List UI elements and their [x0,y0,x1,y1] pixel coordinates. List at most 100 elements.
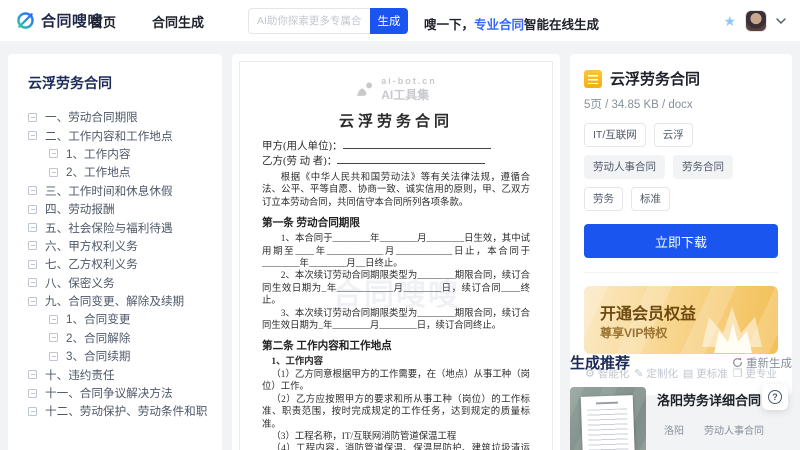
vip-subtitle: 尊享VIP特权 [600,324,667,341]
outline-item-label: 四、劳动报酬 [45,201,115,217]
collapse-icon[interactable] [28,370,37,379]
collapse-icon[interactable] [28,389,37,398]
recommend-header: 生成推荐 重新生成 [570,352,792,373]
outline-item[interactable]: 十二、劳动保护、劳动条件和职业危害防护 [28,402,208,420]
outline-item[interactable]: 一、劳动合同期限 [28,108,208,126]
collapse-icon[interactable] [49,149,58,158]
regenerate-label: 重新生成 [746,355,792,371]
outline-item-label: 六、甲方权利义务 [45,238,138,254]
watermark-brand: ai-bot.cn [381,76,437,86]
tagline-suffix: 智能在线生成 [524,18,599,32]
doc-section: 第二条 工作内容和工作地点 1、工作内容 （1）乙方同意根据甲方的工作需要，在（… [262,338,530,450]
recommend-tags: 洛阳 劳动人事合同 劳务合同 劳务 详细 [657,418,792,450]
outline-item[interactable]: 十一、合同争议解决方法 [28,384,208,402]
outline-item[interactable]: 1、工作内容 [28,145,208,163]
recommend-tag[interactable]: 洛阳 [657,418,691,441]
outline-item-label: 2、工作地点 [66,164,130,180]
outline-item-label: 七、乙方权利义务 [45,256,138,272]
favorite-star-icon[interactable]: ★ [723,13,736,30]
generate-button[interactable]: 生成 [370,8,408,34]
collapse-icon[interactable] [28,223,37,232]
doc-tag[interactable]: 劳动人事合同 [584,155,665,179]
nav-item[interactable]: 合同生成 [152,12,204,31]
doc-tag[interactable]: 标准 [631,187,670,211]
doc-body: 根据《中华人民共和国劳动法》等有关法律法规，遵循合法、公平、平等自愿、协商一致、… [262,172,530,450]
search-input[interactable] [248,8,370,34]
outline-item[interactable]: 2、合同解除 [28,329,208,347]
refresh-icon [732,357,743,368]
collapse-icon[interactable] [28,241,37,250]
outline-item-label: 九、合同变更、解除及续期 [45,293,184,309]
collapse-icon[interactable] [28,297,37,306]
outline-item[interactable]: 3、合同续期 [28,347,208,365]
collapse-icon[interactable] [49,333,58,342]
collapse-icon[interactable] [49,315,58,324]
doc-tag[interactable]: IT/互联网 [584,123,646,147]
document-preview-panel: ai-bot.cn AI工具集 云浮劳务合同 甲方(用人单位)： 乙方(劳 动 … [232,54,560,450]
doc-section: 第一条 劳动合同期限 1、本合同于________年________月_____… [262,215,530,332]
outline-item-label: 五、社会保险与福利待遇 [45,220,173,236]
recommend-item[interactable]: 洛阳劳务详细合同 洛阳 劳动人事合同 劳务合同 劳务 详细 [570,387,792,450]
outline-item-label: 十、违约责任 [45,367,115,383]
section-paragraphs: 1、工作内容 （1）乙方同意根据甲方的工作需要，在（地点）从事工种（岗位）工作。… [262,356,530,450]
top-navbar: 合同嗖嗖 首页 合同生成 生成 嗖一下，专业合同智能在线生成 ★ [0,0,800,42]
doc-preamble: 根据《中华人民共和国劳动法》等有关法律法规，遵循合法、公平、平等自愿、协商一致、… [262,172,530,209]
doc-info-card: 云浮劳务合同 5页 / 34.85 KB / docx IT/互联网 云浮 劳动… [570,54,792,395]
user-avatar[interactable] [745,10,767,32]
chevron-down-icon[interactable] [776,18,786,24]
nav-item[interactable]: 首页 [90,12,116,31]
outline-item-label: 十二、劳动保护、劳动条件和职业危害防护 [45,403,208,419]
collapse-icon[interactable] [28,260,37,269]
doc-tag[interactable]: 劳务合同 [673,155,733,179]
recommend-thumbnail [570,387,646,450]
vip-title: 开通会员权益 [600,300,696,324]
tagline-prefix: 嗖一下， [424,18,474,32]
crown-icon [690,295,774,354]
outline-item[interactable]: 三、工作时间和休息休假 [28,182,208,200]
regenerate-button[interactable]: 重新生成 [732,355,792,371]
help-button[interactable]: ? [762,384,788,410]
collapse-icon[interactable] [28,131,37,140]
watermark-logo: ai-bot.cn AI工具集 [262,76,530,103]
section-paragraph: （1）乙方同意根据甲方的工作需要，在（地点）从事工种（岗位）工作。 [262,369,530,394]
doc-meta: 5页 / 34.85 KB / docx [584,96,778,112]
recommend-list: 洛阳劳务详细合同 洛阳 劳动人事合同 劳务合同 劳务 详细 [570,387,792,450]
collapse-icon[interactable] [49,168,58,177]
outline-item[interactable]: 八、保密义务 [28,274,208,292]
watermark-sub: AI工具集 [381,86,437,103]
doc-tag[interactable]: 劳务 [584,187,623,211]
outline-item[interactable]: 2、工作地点 [28,163,208,181]
section-paragraph: 2、本次续订劳动合同期限类型为________期限合同，续订合同生效日期为_年_… [262,270,530,307]
outline-item-label: 1、合同变更 [66,311,130,327]
question-mark-icon: ? [768,390,782,404]
recommend-tag[interactable]: 劳动人事合同 [697,418,771,441]
outline-item[interactable]: 五、社会保险与福利待遇 [28,218,208,236]
outline-item[interactable]: 四、劳动报酬 [28,200,208,218]
collapse-icon[interactable] [28,186,37,195]
outline-item[interactable]: 九、合同变更、解除及续期 [28,292,208,310]
section-paragraph: 1、本合同于________年________月________日生效，其中试用… [262,233,530,270]
vip-banner[interactable]: 开通会员权益 尊享VIP特权 [584,286,778,354]
outline-item[interactable]: 十、违约责任 [28,365,208,383]
collapse-icon[interactable] [49,352,58,361]
collapse-icon[interactable] [28,407,37,416]
outline-item[interactable]: 七、乙方权利义务 [28,255,208,273]
collapse-icon[interactable] [28,113,37,122]
section-paragraph: （2）乙方应按照甲方的要求和所从事工种（岗位）的工作标准、职责范围，按时完成规定… [262,394,530,431]
download-button[interactable]: 立即下载 [584,224,778,258]
tagline-highlight: 专业合同 [474,18,524,32]
section-paragraph: （3）工程名称，IT/互联网消防管道保温工程 [262,431,530,443]
outline-item-label: 十一、合同争议解决方法 [45,385,173,401]
doc-tag[interactable]: 云浮 [654,123,693,147]
document-page: ai-bot.cn AI工具集 云浮劳务合同 甲方(用人单位)： 乙方(劳 动 … [239,61,553,450]
collapse-icon[interactable] [28,205,37,214]
outline-item[interactable]: 1、合同变更 [28,310,208,328]
outline-item[interactable]: 二、工作内容和工作地点 [28,126,208,144]
doc-tags: IT/互联网 云浮 劳动人事合同 劳务合同 劳务 标准 [584,123,778,211]
section-paragraphs: 1、本合同于________年________月________日生效，其中试用… [262,233,530,332]
outline-title: 云浮劳务合同 [28,73,208,93]
thumbnail-page [581,395,636,450]
outline-item[interactable]: 六、甲方权利义务 [28,237,208,255]
tagline: 嗖一下，专业合同智能在线生成 [424,14,599,33]
collapse-icon[interactable] [28,278,37,287]
